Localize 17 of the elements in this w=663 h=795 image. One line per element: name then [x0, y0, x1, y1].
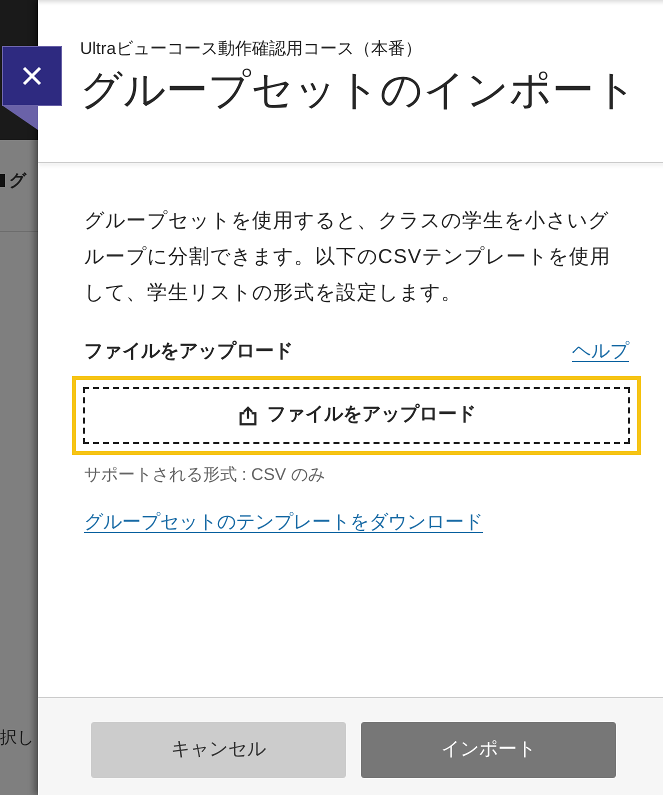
square-icon — [0, 174, 5, 187]
close-icon — [22, 66, 42, 86]
backdrop-text: 択し — [0, 729, 34, 746]
course-name: Ultraビューコース動作確認用コース（本番） — [80, 38, 423, 60]
template-download-link[interactable]: グループセットのテンプレートをダウンロード — [84, 512, 483, 533]
backdrop-heading: グ — [9, 172, 26, 189]
dialog-title: グループセットのインポート — [80, 67, 638, 116]
fold-shape — [3, 106, 38, 130]
upload-icon — [237, 404, 259, 426]
supported-formats-note: サポートされる形式 : CSV のみ — [84, 464, 326, 486]
close-button[interactable] — [2, 46, 62, 106]
help-link[interactable]: ヘルプ — [572, 338, 629, 366]
cancel-button[interactable]: キャンセル — [91, 722, 346, 778]
upload-button[interactable]: ファイルをアップロード — [83, 387, 630, 444]
import-button[interactable]: インポート — [361, 722, 616, 778]
upload-label: ファイルをアップロード — [84, 340, 293, 364]
description-text: グループセットを使用すると、クラスの学生を小さいグループに分割できます。以下のCSVテンプレートを使用して、学生リストの形式を設定します。 — [84, 209, 612, 306]
